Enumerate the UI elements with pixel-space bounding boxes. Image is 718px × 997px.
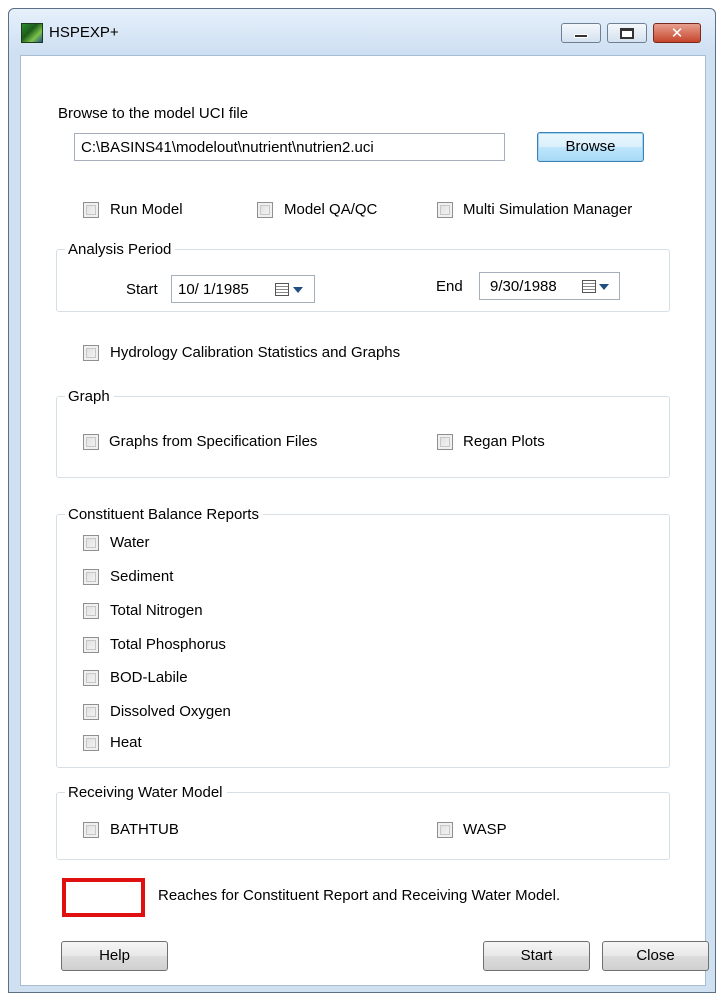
- reaches-label: Reaches for Constituent Report and Recei…: [158, 887, 561, 904]
- close-button[interactable]: Close: [602, 941, 709, 971]
- model-qaqc-label: Model QA/QC: [284, 201, 378, 218]
- wasp-checkbox[interactable]: [437, 822, 453, 838]
- constituent-title: Constituent Balance Reports: [65, 506, 263, 523]
- dialog-body: Browse to the model UCI file C:\BASINS41…: [20, 55, 709, 986]
- constituent-label: Heat: [110, 734, 142, 751]
- total-nitrogen-checkbox[interactable]: [83, 603, 99, 619]
- run-model-checkbox[interactable]: [83, 202, 99, 218]
- constituent-label: Sediment: [110, 568, 174, 585]
- chevron-down-icon: [293, 287, 303, 293]
- end-date-picker[interactable]: 9/30/1988: [479, 272, 620, 300]
- receiving-water-title: Receiving Water Model: [65, 784, 227, 801]
- app-window: HSPEXP+ ✕ Browse to the model UCI file C…: [8, 8, 716, 993]
- constituent-label: Total Phosphorus: [110, 636, 226, 653]
- help-button[interactable]: Help: [61, 941, 168, 971]
- constituent-label: Total Nitrogen: [110, 602, 203, 619]
- app-logo-icon: [21, 23, 43, 43]
- window-title: HSPEXP+: [49, 24, 119, 41]
- multi-sim-label: Multi Simulation Manager: [463, 201, 633, 218]
- close-icon: ✕: [670, 24, 684, 42]
- wasp-label: WASP: [463, 821, 507, 838]
- end-date-value: 9/30/1988: [490, 278, 557, 295]
- hydrology-checkbox[interactable]: [83, 345, 99, 361]
- chevron-down-icon: [599, 284, 609, 290]
- regan-plots-label: Regan Plots: [463, 433, 545, 450]
- sediment-checkbox[interactable]: [83, 569, 99, 585]
- total-phosphorus-checkbox[interactable]: [83, 637, 99, 653]
- calendar-icon: [582, 280, 596, 293]
- spec-files-label: Graphs from Specification Files: [109, 433, 318, 450]
- minimize-icon: [562, 24, 600, 42]
- heat-checkbox[interactable]: [83, 735, 99, 751]
- uci-path-input[interactable]: C:\BASINS41\modelout\nutrient\nutrien2.u…: [74, 133, 505, 161]
- calendar-icon: [275, 283, 289, 296]
- constituent-label: Water: [110, 534, 150, 551]
- start-date-picker[interactable]: 10/ 1/1985: [171, 275, 315, 303]
- maximize-button[interactable]: [607, 23, 647, 43]
- graph-title: Graph: [65, 388, 114, 405]
- analysis-period-title: Analysis Period: [65, 241, 176, 258]
- hydrology-label: Hydrology Calibration Statistics and Gra…: [110, 344, 401, 361]
- uci-file-label: Browse to the model UCI file: [58, 105, 249, 122]
- bathtub-checkbox[interactable]: [83, 822, 99, 838]
- maximize-icon: [608, 24, 646, 42]
- end-date-label: End: [436, 278, 463, 295]
- regan-plots-checkbox[interactable]: [437, 434, 453, 450]
- dissolved-oxygen-checkbox[interactable]: [83, 704, 99, 720]
- start-date-label: Start: [126, 281, 158, 298]
- close-window-button[interactable]: ✕: [653, 23, 701, 43]
- start-button[interactable]: Start: [483, 941, 590, 971]
- bathtub-label: BATHTUB: [110, 821, 179, 838]
- browse-button[interactable]: Browse: [537, 132, 644, 162]
- start-date-value: 10/ 1/1985: [178, 281, 249, 298]
- constituent-label: Dissolved Oxygen: [110, 703, 231, 720]
- reaches-input[interactable]: [62, 878, 145, 917]
- spec-files-checkbox[interactable]: [83, 434, 99, 450]
- multi-sim-checkbox[interactable]: [437, 202, 453, 218]
- constituent-label: BOD-Labile: [110, 669, 188, 686]
- model-qaqc-checkbox[interactable]: [257, 202, 273, 218]
- run-model-label: Run Model: [110, 201, 183, 218]
- bod-labile-checkbox[interactable]: [83, 670, 99, 686]
- water-checkbox[interactable]: [83, 535, 99, 551]
- minimize-button[interactable]: [561, 23, 601, 43]
- title-bar[interactable]: HSPEXP+ ✕: [9, 9, 715, 55]
